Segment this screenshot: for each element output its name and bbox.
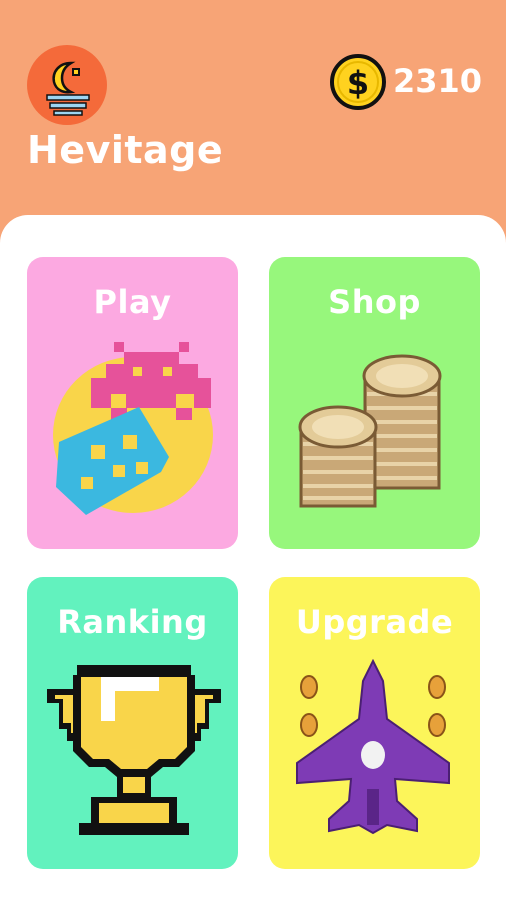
svg-text:$: $ — [347, 64, 369, 102]
space-invaders-icon — [53, 342, 213, 515]
avatar[interactable] — [27, 45, 107, 125]
dollar-coin-icon: $ — [330, 54, 386, 110]
header: Hevitage $ 2310 — [0, 0, 506, 230]
trophy-icon — [47, 665, 221, 835]
play-label: Play — [93, 283, 172, 321]
play-card[interactable]: Play — [27, 257, 238, 549]
upgrade-label: Upgrade — [295, 603, 454, 641]
coin-stacks-icon — [298, 354, 442, 508]
ranking-label: Ranking — [57, 603, 208, 641]
moon-over-water-icon — [46, 61, 90, 116]
app-title: Hevitage — [27, 128, 224, 172]
shop-card[interactable]: Shop — [269, 257, 480, 549]
coin-count: 2310 — [393, 62, 483, 100]
fighter-jet-icon — [296, 659, 450, 835]
ranking-card[interactable]: Ranking — [27, 577, 238, 869]
shop-label: Shop — [328, 283, 421, 321]
coin-balance: $ — [328, 52, 388, 112]
upgrade-card[interactable]: Upgrade — [269, 577, 480, 869]
